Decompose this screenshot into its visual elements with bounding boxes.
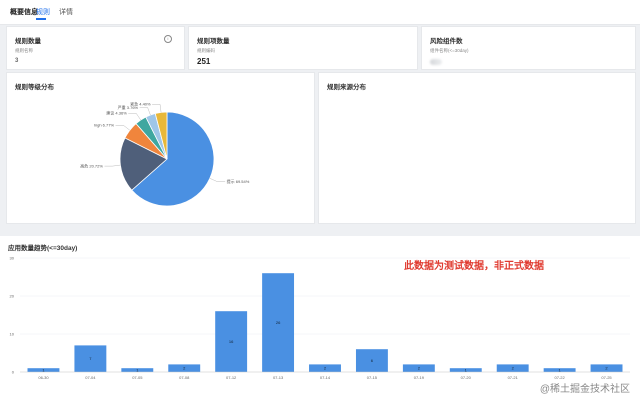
tab-rules[interactable]: 规则 bbox=[36, 7, 50, 17]
x-tick-4: 07-12 bbox=[226, 375, 237, 380]
card-subtitle: 规则编码 bbox=[197, 48, 215, 53]
card-app-trend: 应用数量趋势(<=30day) 0 10 20 30 1 06-30 7 07-04 1 07-0… bbox=[0, 236, 640, 403]
x-tick-8: 07-19 bbox=[414, 375, 425, 380]
blurred-value bbox=[430, 59, 442, 65]
x-tick-7: 07-15 bbox=[367, 375, 378, 380]
level-leader-line-4 bbox=[139, 107, 151, 116]
card-rule-source-distribution: 规则来源分布 RULE 72.11%RULE 20.72%APISON 6.77… bbox=[318, 72, 636, 224]
level-leader-line-3 bbox=[128, 113, 141, 121]
card-value: 3 bbox=[15, 58, 19, 64]
card-title: 规则数量 bbox=[15, 38, 41, 45]
test-data-notice: 此数据为测试数据，非正式数据 bbox=[404, 261, 544, 272]
tab-details[interactable]: 详情 bbox=[59, 7, 73, 17]
card-rule-item-count: 规则项数量 规则编码 251 bbox=[188, 26, 418, 70]
x-tick-1: 07-04 bbox=[85, 375, 96, 380]
x-tick-10: 07-21 bbox=[508, 375, 519, 380]
info-icon[interactable]: i bbox=[164, 35, 172, 43]
card-subtitle: 规则名称 bbox=[15, 48, 33, 53]
x-tick-2: 07-05 bbox=[132, 375, 143, 380]
pie-chart-rule-level: 提示 69.54%高危 20.72%high 6.77%建议 4.36%严重 3… bbox=[80, 101, 250, 207]
level-slice-label-1: 高危 20.72% bbox=[80, 162, 103, 168]
level-leader-line-1 bbox=[104, 164, 121, 167]
y-tick-0: 0 bbox=[12, 370, 15, 375]
bar-value-label-4: 16 bbox=[229, 339, 234, 344]
watermark: @稀土掘金技术社区 bbox=[539, 384, 630, 395]
bar-chart-app-trend: 0102030106-30707-04107-05207-081607-1226… bbox=[10, 256, 630, 380]
y-tick-2: 20 bbox=[10, 294, 15, 299]
level-leader-line-0 bbox=[209, 178, 226, 182]
card-rule-count: 规则数量 i 规则名称 3 bbox=[6, 26, 185, 70]
level-slice-label-2: high 6.77% bbox=[94, 123, 114, 128]
x-tick-5: 07-13 bbox=[273, 375, 284, 380]
tab-overview[interactable]: 概要信息 bbox=[10, 7, 38, 17]
level-leader-line-5 bbox=[152, 104, 162, 113]
x-tick-3: 07-08 bbox=[179, 375, 190, 380]
x-tick-6: 07-14 bbox=[320, 375, 331, 380]
tab-indicator bbox=[36, 18, 46, 20]
card-risk-component-count: 风险组件数 组件名称(<=30day) bbox=[421, 26, 636, 70]
level-slice-label-3: 建议 4.36% bbox=[106, 110, 127, 116]
top-bar: 概要信息 规则 详情 bbox=[0, 0, 640, 25]
x-tick-9: 07-20 bbox=[461, 375, 472, 380]
card-rule-level-distribution: 规则等级分布 提示 69.54% 高危 20.72% high 6.77% 建议 4.… bbox=[6, 72, 315, 224]
bar-value-label-5: 26 bbox=[276, 320, 281, 325]
pie-chart-rule-source: RULE 72.11%RULE 20.72%APISON 6.77% bbox=[319, 73, 635, 223]
card-title: 风险组件数 bbox=[430, 38, 463, 45]
level-leader-line-2 bbox=[115, 125, 130, 131]
x-tick-0: 06-30 bbox=[38, 375, 49, 380]
level-slice-label-0: 提示 69.54% bbox=[227, 178, 250, 184]
y-tick-3: 30 bbox=[10, 256, 15, 261]
card-title: 规则项数量 bbox=[197, 38, 230, 45]
y-tick-1: 10 bbox=[10, 332, 15, 337]
level-slice-label-5: 紧急 4.40% bbox=[130, 101, 151, 107]
card-subtitle: 组件名称(<=30day) bbox=[430, 48, 469, 53]
card-value: 251 bbox=[197, 57, 211, 66]
